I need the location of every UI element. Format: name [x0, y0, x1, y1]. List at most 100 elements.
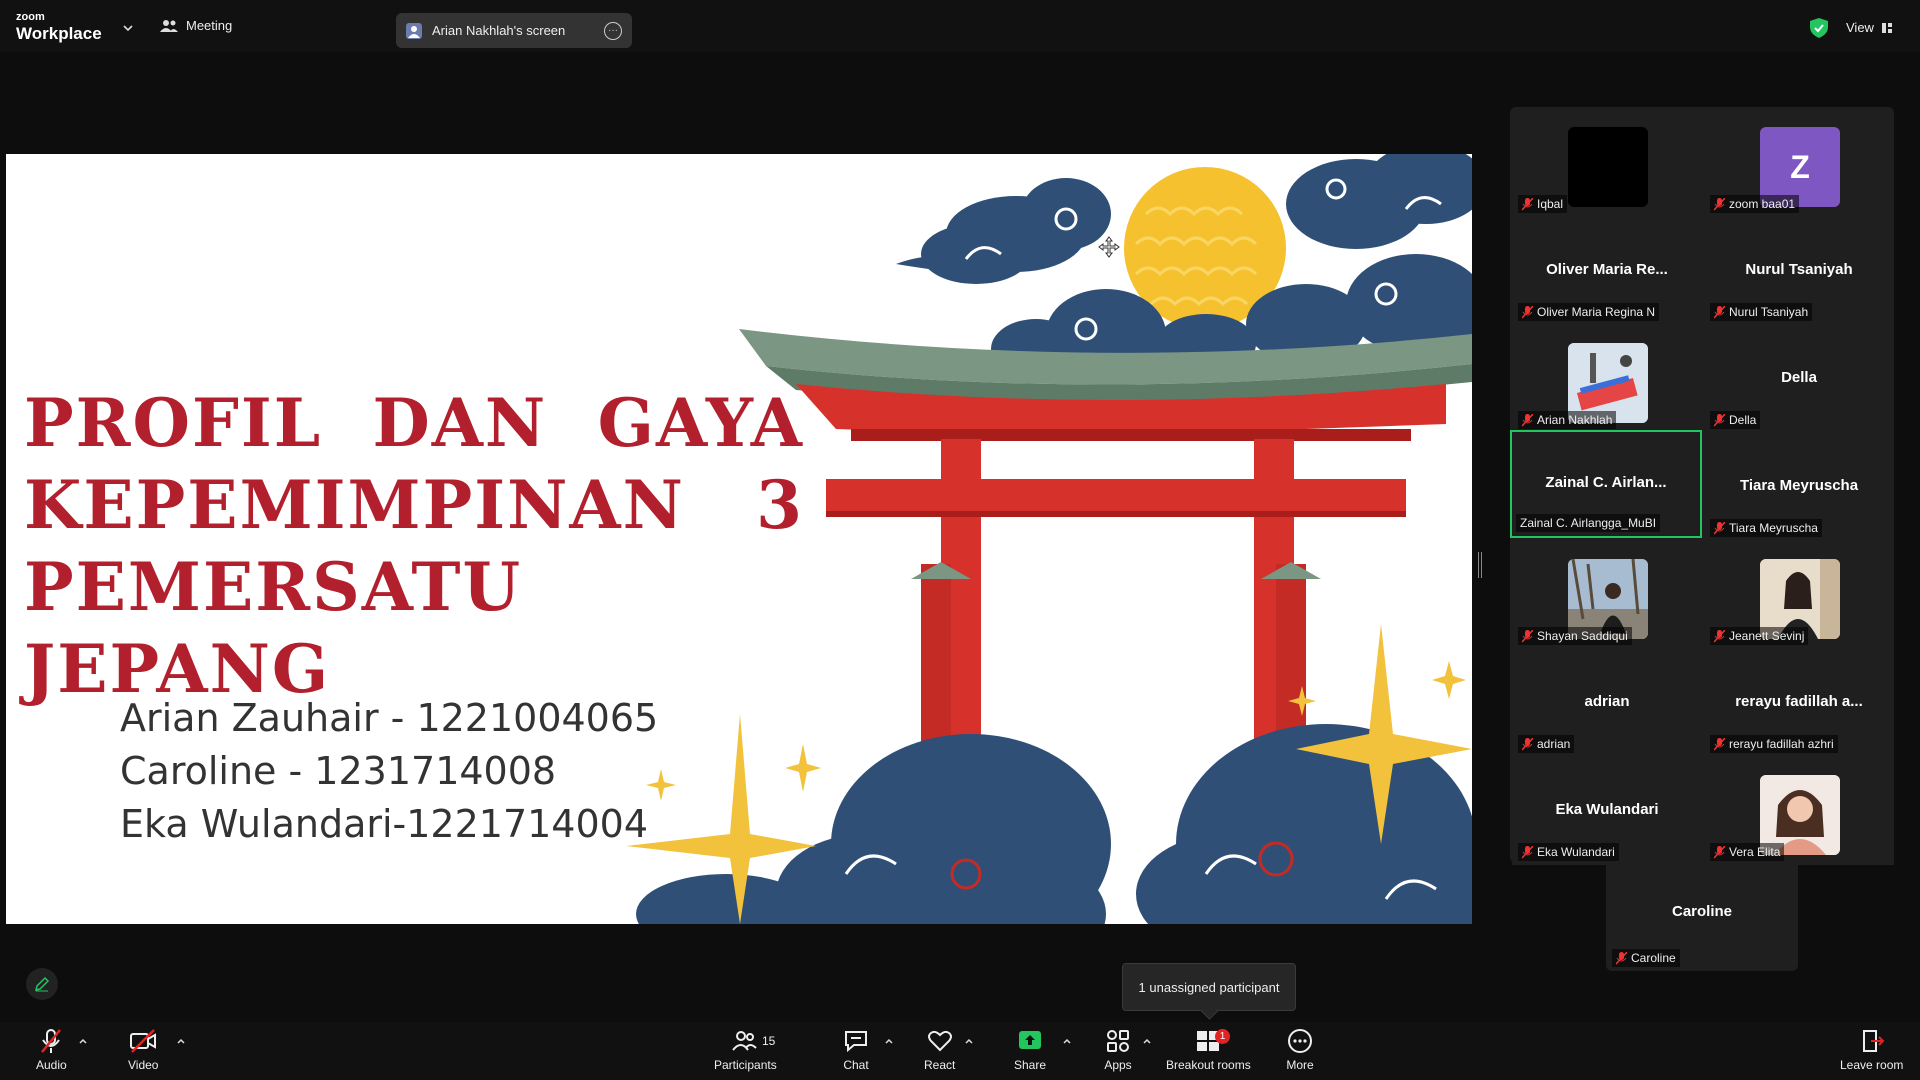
chat-icon [845, 1031, 867, 1053]
participant-name: Shayan Saddiqui [1537, 629, 1628, 643]
view-button[interactable]: View [1846, 20, 1892, 35]
participant-label: rerayu fadillah azhri [1710, 735, 1838, 753]
presenter-names: Arian Zauhair - 1221004065 Caroline - 12… [120, 692, 658, 851]
participant-display-name: Tiara Meyruscha [1739, 477, 1859, 494]
annotate-button[interactable] [26, 968, 58, 1000]
participants-icon [732, 1031, 758, 1051]
screen-share-indicator[interactable]: Arian Nakhlah's screen ··· [396, 13, 632, 48]
video-off-thumbnail [1568, 127, 1648, 207]
more-options-icon[interactable]: ··· [604, 21, 622, 40]
participant-tile[interactable]: Della Della [1704, 329, 1894, 433]
top-bar: zoom Workplace Meeting Arian Nakhlah's s… [0, 0, 1920, 52]
participant-label: Eka Wulandari [1518, 843, 1619, 861]
heart-icon [927, 1030, 952, 1052]
share-button[interactable]: Share [1014, 1028, 1046, 1072]
apps-label: Apps [1104, 1058, 1132, 1072]
participant-display-name: Nurul Tsaniyah [1745, 261, 1853, 278]
breakout-rooms-button[interactable]: Breakout rooms [1166, 1028, 1251, 1072]
participant-tile[interactable]: Caroline Caroline [1606, 863, 1798, 971]
react-button[interactable]: React [924, 1028, 955, 1072]
audio-button[interactable]: Audio [36, 1028, 67, 1072]
chevron-up-icon[interactable] [176, 1036, 186, 1046]
participant-name: Caroline [1631, 951, 1676, 965]
mic-off-icon [1616, 951, 1627, 965]
meeting-label: Meeting [186, 18, 233, 33]
video-off-icon [130, 1029, 157, 1053]
zoom-workplace-logo[interactable]: zoom Workplace [16, 12, 102, 43]
more-button[interactable]: More [1286, 1028, 1314, 1072]
participant-label: Zainal C. Airlangga_MuBI [1516, 514, 1661, 532]
participant-count: 15 [762, 1034, 776, 1048]
share-label: Share [1014, 1058, 1047, 1072]
leave-room-button[interactable]: Leave room [1840, 1028, 1903, 1072]
participant-tile[interactable]: Oliver Maria Re... Oliver Maria Regina N [1512, 221, 1702, 325]
pencil-icon [34, 976, 50, 992]
chevron-up-icon[interactable] [884, 1036, 894, 1046]
mic-off-icon [1522, 845, 1533, 859]
mic-off-icon [1714, 305, 1725, 319]
participant-name: Zainal C. Airlangga_MuBI [1520, 516, 1657, 530]
apps-button[interactable]: Apps [1104, 1028, 1132, 1072]
participant-label: Nurul Tsaniyah [1710, 303, 1813, 321]
participant-name: Oliver Maria Regina N [1537, 305, 1656, 319]
chevron-up-icon[interactable] [964, 1036, 974, 1046]
participant-tile[interactable]: Iqbal [1512, 113, 1702, 217]
participant-name: rerayu fadillah azhri [1729, 737, 1834, 751]
mic-off-icon [1714, 197, 1725, 211]
participant-tile[interactable]: Tiara Meyruscha Tiara Meyruscha [1704, 437, 1894, 541]
participant-label: Tiara Meyruscha [1710, 519, 1822, 537]
title-word: 3 [756, 466, 804, 544]
participant-display-name: Zainal C. Airlan... [1545, 474, 1667, 491]
share-screen-icon [1019, 1031, 1042, 1049]
presenter-name: Arian Zauhair - 1221004065 [120, 696, 659, 740]
participant-name: Eka Wulandari [1537, 845, 1615, 859]
participant-display-name: Eka Wulandari [1555, 801, 1659, 818]
apps-icon [1107, 1030, 1129, 1052]
participant-tile[interactable]: adrian adrian [1512, 653, 1702, 757]
participant-name: Arian Nakhlah [1537, 413, 1613, 427]
participant-tile[interactable]: Arian Nakhlah [1512, 329, 1702, 433]
active-speaker-tile[interactable]: Zainal C. Airlan... Zainal C. Airlangga_… [1510, 430, 1702, 538]
participant-tile[interactable]: Jeanett Sevinj [1704, 545, 1894, 649]
shield-check-icon[interactable] [1810, 18, 1828, 38]
avatar-icon [406, 22, 422, 39]
leave-icon [1862, 1030, 1885, 1052]
participant-label: Iqbal [1518, 195, 1568, 213]
participant-label: Shayan Saddiqui [1518, 627, 1632, 645]
chevron-up-icon[interactable] [1142, 1036, 1152, 1046]
video-button[interactable]: Video [128, 1028, 158, 1072]
mic-off-icon [1522, 305, 1533, 319]
participant-label: Jeanett Sevinj [1710, 627, 1809, 645]
participant-display-name: adrian [1584, 693, 1630, 710]
participant-tile[interactable]: rerayu fadillah a... rerayu fadillah azh… [1704, 653, 1894, 757]
mic-off-icon [1714, 845, 1725, 859]
participant-tile[interactable]: Shayan Saddiqui [1512, 545, 1702, 649]
participant-tile[interactable]: Eka Wulandari Eka Wulandari [1512, 761, 1702, 865]
meeting-menu[interactable]: Meeting [160, 18, 232, 33]
participant-display-name: Oliver Maria Re... [1546, 261, 1668, 278]
participant-name: Nurul Tsaniyah [1729, 305, 1809, 319]
participant-tile[interactable]: Vera Elita [1704, 761, 1894, 865]
participant-label: Oliver Maria Regina N [1518, 303, 1660, 321]
participant-name: Vera Elita [1729, 845, 1781, 859]
chevron-down-icon[interactable] [122, 22, 134, 34]
chat-button[interactable]: Chat [842, 1028, 870, 1072]
title-word: PROFIL [24, 384, 323, 462]
chevron-up-icon[interactable] [78, 1036, 88, 1046]
mic-off-icon [41, 1029, 62, 1053]
leave-label: Leave room [1840, 1058, 1904, 1072]
breakout-badge: 1 [1215, 1029, 1230, 1044]
participant-gallery: Iqbal Z zoom baa01 Oliver Maria Re... Ol… [1510, 107, 1894, 865]
participant-name: Della [1729, 413, 1757, 427]
panel-resize-handle[interactable] [1478, 552, 1482, 578]
participant-display-name: Della [1781, 369, 1817, 386]
mic-off-icon [1714, 413, 1725, 427]
participant-name: Tiara Meyruscha [1729, 521, 1818, 535]
more-icon [1288, 1029, 1312, 1053]
participant-tile[interactable]: Nurul Tsaniyah Nurul Tsaniyah [1704, 221, 1894, 325]
mic-off-icon [1714, 629, 1725, 643]
mic-off-icon [1522, 737, 1533, 751]
participant-label: Caroline [1612, 949, 1680, 967]
participant-tile[interactable]: Z zoom baa01 [1704, 113, 1894, 217]
chevron-up-icon[interactable] [1062, 1036, 1072, 1046]
